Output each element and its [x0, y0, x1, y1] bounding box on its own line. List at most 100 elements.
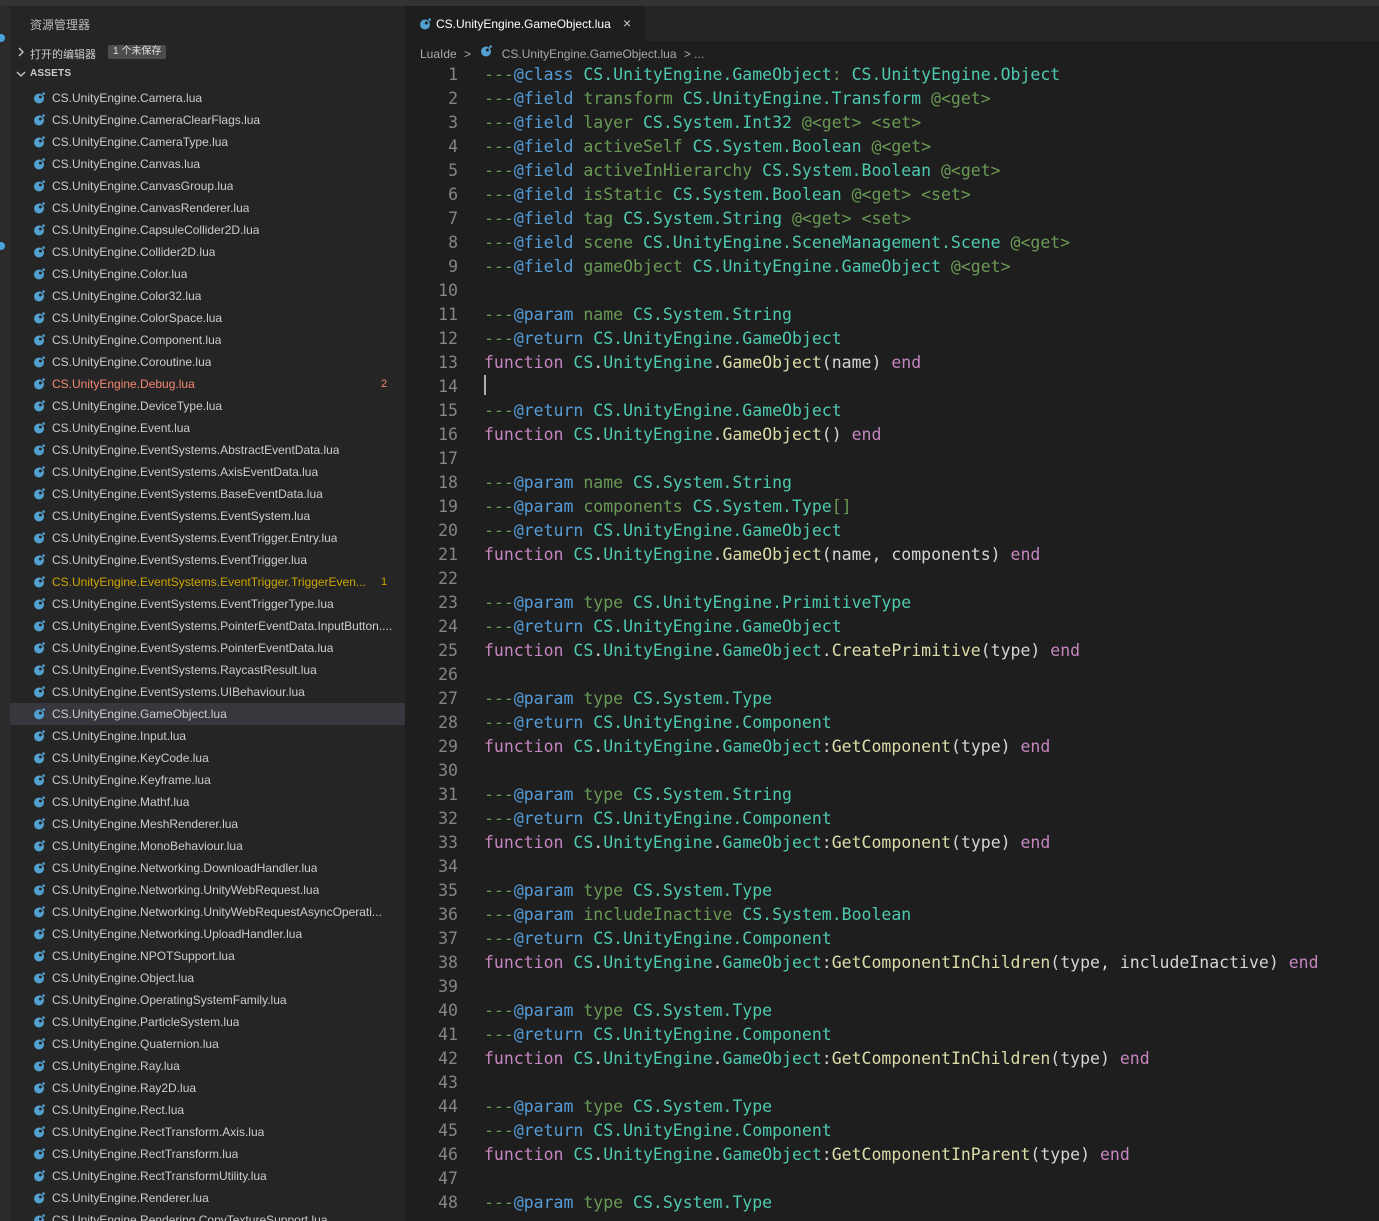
code-line[interactable]: 19 ---@param components CS.System.Type[] [405, 495, 1379, 519]
code-line[interactable]: 30 [405, 759, 1379, 783]
open-editors-section[interactable]: 打开的编辑器 1 个未保存 [10, 42, 405, 64]
code-line[interactable]: 13 function CS.UnityEngine.GameObject(nam… [405, 351, 1379, 375]
file-item[interactable]: CS.UnityEngine.GameObject.lua [10, 703, 405, 725]
file-item[interactable]: CS.UnityEngine.Networking.UploadHandler.… [10, 923, 405, 945]
file-item[interactable]: CS.UnityEngine.Renderer.lua [10, 1187, 405, 1209]
code-line[interactable]: 16 function CS.UnityEngine.GameObject() e… [405, 423, 1379, 447]
file-item[interactable]: CS.UnityEngine.ParticleSystem.lua [10, 1011, 405, 1033]
code-line[interactable]: 47 [405, 1167, 1379, 1191]
code-line[interactable]: 46 function CS.UnityEngine.GameObject:Get… [405, 1143, 1379, 1167]
code-line[interactable]: 11 ---@param name CS.System.String [405, 303, 1379, 327]
file-item[interactable]: CS.UnityEngine.Mathf.lua [10, 791, 405, 813]
code-line[interactable]: 32 ---@return CS.UnityEngine.Component [405, 807, 1379, 831]
code-line[interactable]: 43 [405, 1071, 1379, 1095]
code-line[interactable]: 20 ---@return CS.UnityEngine.GameObject [405, 519, 1379, 543]
code-line[interactable]: 15 ---@return CS.UnityEngine.GameObject [405, 399, 1379, 423]
code-line[interactable]: 1 ---@class CS.UnityEngine.GameObject: CS… [405, 63, 1379, 87]
code-line[interactable]: 12 ---@return CS.UnityEngine.GameObject [405, 327, 1379, 351]
file-item[interactable]: CS.UnityEngine.Ray2D.lua [10, 1077, 405, 1099]
breadcrumb-root[interactable]: LuaIde [420, 47, 457, 61]
code-line[interactable]: 3 ---@field layer CS.System.Int32 @<get> … [405, 111, 1379, 135]
code-line[interactable]: 33 function CS.UnityEngine.GameObject:Get… [405, 831, 1379, 855]
code-line[interactable]: 24 ---@return CS.UnityEngine.GameObject [405, 615, 1379, 639]
code-line[interactable]: 37 ---@return CS.UnityEngine.Component [405, 927, 1379, 951]
file-item[interactable]: CS.UnityEngine.CapsuleCollider2D.lua [10, 219, 405, 241]
file-item[interactable]: CS.UnityEngine.RectTransformUtility.lua [10, 1165, 405, 1187]
file-item[interactable]: CS.UnityEngine.Rendering.CopyTextureSupp… [10, 1209, 405, 1221]
file-item[interactable]: CS.UnityEngine.Canvas.lua [10, 153, 405, 175]
code-editor[interactable]: 1 ---@class CS.UnityEngine.GameObject: CS… [405, 63, 1379, 1215]
code-line[interactable]: 14 [405, 375, 1379, 399]
file-item[interactable]: CS.UnityEngine.Coroutine.lua [10, 351, 405, 373]
file-item[interactable]: CS.UnityEngine.Networking.DownloadHandle… [10, 857, 405, 879]
file-item[interactable]: CS.UnityEngine.CameraType.lua [10, 131, 405, 153]
code-line[interactable]: 34 [405, 855, 1379, 879]
code-line[interactable]: 22 [405, 567, 1379, 591]
file-item[interactable]: CS.UnityEngine.DeviceType.lua [10, 395, 405, 417]
file-item[interactable]: CS.UnityEngine.RectTransform.Axis.lua [10, 1121, 405, 1143]
activity-indicator-icon[interactable] [0, 34, 5, 42]
code-line[interactable]: 2 ---@field transform CS.UnityEngine.Tran… [405, 87, 1379, 111]
code-line[interactable]: 48 ---@param type CS.System.Type [405, 1191, 1379, 1215]
code-line[interactable]: 38 function CS.UnityEngine.GameObject:Get… [405, 951, 1379, 975]
code-line[interactable]: 4 ---@field activeSelf CS.System.Boolean … [405, 135, 1379, 159]
file-item[interactable]: CS.UnityEngine.Rect.lua [10, 1099, 405, 1121]
close-icon[interactable]: × [623, 15, 631, 31]
file-item[interactable]: CS.UnityEngine.Ray.lua [10, 1055, 405, 1077]
file-item[interactable]: CS.UnityEngine.EventSystems.EventTrigger… [10, 571, 405, 593]
tab-gameobject[interactable]: CS.UnityEngine.GameObject.lua × [405, 6, 645, 41]
file-item[interactable]: CS.UnityEngine.OperatingSystemFamily.lua [10, 989, 405, 1011]
code-line[interactable]: 9 ---@field gameObject CS.UnityEngine.Gam… [405, 255, 1379, 279]
file-item[interactable]: CS.UnityEngine.Color32.lua [10, 285, 405, 307]
breadcrumb-file[interactable]: CS.UnityEngine.GameObject.lua [502, 47, 677, 61]
breadcrumb-trail[interactable]: > ... [684, 47, 704, 61]
file-item[interactable]: CS.UnityEngine.CanvasGroup.lua [10, 175, 405, 197]
file-item[interactable]: CS.UnityEngine.ColorSpace.lua [10, 307, 405, 329]
code-line[interactable]: 23 ---@param type CS.UnityEngine.Primitiv… [405, 591, 1379, 615]
file-item[interactable]: CS.UnityEngine.EventSystems.AxisEventDat… [10, 461, 405, 483]
file-item[interactable]: CS.UnityEngine.EventSystems.EventTrigger… [10, 527, 405, 549]
chevron-right-icon[interactable] [14, 44, 28, 60]
file-item[interactable]: CS.UnityEngine.Object.lua [10, 967, 405, 989]
file-item[interactable]: CS.UnityEngine.KeyCode.lua [10, 747, 405, 769]
file-item[interactable]: CS.UnityEngine.Networking.UnityWebReques… [10, 901, 405, 923]
code-line[interactable]: 41 ---@return CS.UnityEngine.Component [405, 1023, 1379, 1047]
file-item[interactable]: CS.UnityEngine.Color.lua [10, 263, 405, 285]
code-line[interactable]: 39 [405, 975, 1379, 999]
file-item[interactable]: CS.UnityEngine.Input.lua [10, 725, 405, 747]
code-line[interactable]: 10 [405, 279, 1379, 303]
file-item[interactable]: CS.UnityEngine.MonoBehaviour.lua [10, 835, 405, 857]
code-line[interactable]: 29 function CS.UnityEngine.GameObject:Get… [405, 735, 1379, 759]
code-line[interactable]: 7 ---@field tag CS.System.String @<get> <… [405, 207, 1379, 231]
file-item[interactable]: CS.UnityEngine.Debug.lua 2 [10, 373, 405, 395]
file-item[interactable]: CS.UnityEngine.EventSystems.EventSystem.… [10, 505, 405, 527]
file-item[interactable]: CS.UnityEngine.Keyframe.lua [10, 769, 405, 791]
code-line[interactable]: 40 ---@param type CS.System.Type [405, 999, 1379, 1023]
file-item[interactable]: CS.UnityEngine.EventSystems.PointerEvent… [10, 615, 405, 637]
code-line[interactable]: 21 function CS.UnityEngine.GameObject(nam… [405, 543, 1379, 567]
file-item[interactable]: CS.UnityEngine.Quaternion.lua [10, 1033, 405, 1055]
code-line[interactable]: 31 ---@param type CS.System.String [405, 783, 1379, 807]
file-item[interactable]: CS.UnityEngine.EventSystems.EventTrigger… [10, 593, 405, 615]
code-line[interactable]: 44 ---@param type CS.System.Type [405, 1095, 1379, 1119]
file-item[interactable]: CS.UnityEngine.EventSystems.PointerEvent… [10, 637, 405, 659]
file-item[interactable]: CS.UnityEngine.CameraClearFlags.lua [10, 109, 405, 131]
code-line[interactable]: 45 ---@return CS.UnityEngine.Component [405, 1119, 1379, 1143]
code-line[interactable]: 18 ---@param name CS.System.String [405, 471, 1379, 495]
code-line[interactable]: 35 ---@param type CS.System.Type [405, 879, 1379, 903]
file-item[interactable]: CS.UnityEngine.EventSystems.AbstractEven… [10, 439, 405, 461]
file-item[interactable]: CS.UnityEngine.Camera.lua [10, 87, 405, 109]
code-line[interactable]: 8 ---@field scene CS.UnityEngine.SceneMan… [405, 231, 1379, 255]
code-line[interactable]: 28 ---@return CS.UnityEngine.Component [405, 711, 1379, 735]
file-item[interactable]: CS.UnityEngine.Event.lua [10, 417, 405, 439]
activity-indicator-icon[interactable] [0, 242, 5, 250]
file-item[interactable]: CS.UnityEngine.EventSystems.UIBehaviour.… [10, 681, 405, 703]
file-item[interactable]: CS.UnityEngine.Networking.UnityWebReques… [10, 879, 405, 901]
code-line[interactable]: 25 function CS.UnityEngine.GameObject.Cre… [405, 639, 1379, 663]
file-item[interactable]: CS.UnityEngine.EventSystems.BaseEventDat… [10, 483, 405, 505]
assets-section[interactable]: ASSETS [10, 64, 405, 86]
code-line[interactable]: 36 ---@param includeInactive CS.System.Bo… [405, 903, 1379, 927]
file-item[interactable]: CS.UnityEngine.RectTransform.lua [10, 1143, 405, 1165]
code-line[interactable]: 17 [405, 447, 1379, 471]
file-item[interactable]: CS.UnityEngine.Component.lua [10, 329, 405, 351]
